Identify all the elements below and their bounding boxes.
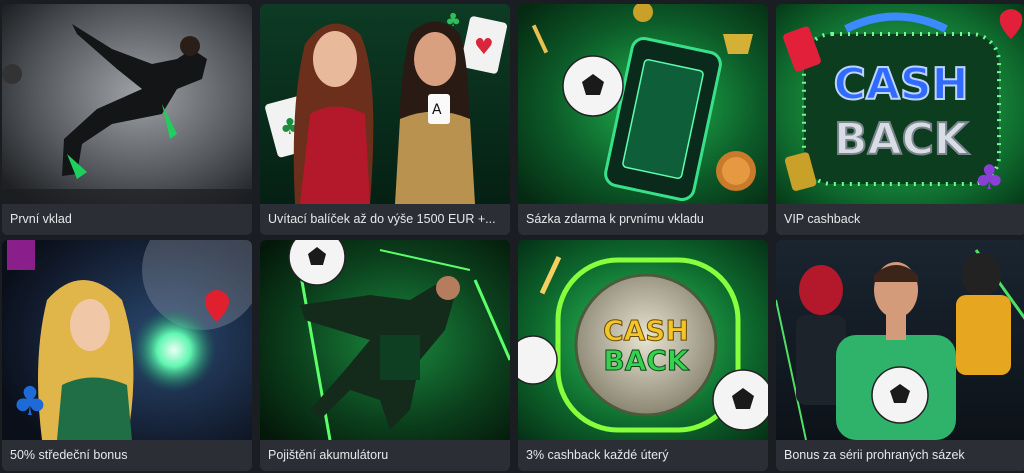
promo-title: 50% středeční bonus [2,440,252,471]
promo-card-welcome-package[interactable]: ♣ ♥ A ♣ Uvítací balíček až do výše 1500 … [260,4,510,235]
promo-title: VIP cashback [776,204,1024,235]
cashback-neon-sign-image: CASH BACK ♣ [776,4,1024,204]
promotions-grid: První vklad ♣ ♥ A ♣ Uvítací balíček až d… [0,0,1024,473]
svg-text:♥: ♥ [474,35,494,60]
promo-card-first-deposit[interactable]: První vklad [2,4,252,235]
promo-title: Uvítací balíček až do výše 1500 EUR +... [260,204,510,235]
promo-card-losing-streak-bonus[interactable]: Bonus za sérii prohraných sázek [776,240,1024,471]
promo-title: 3% cashback každé úterý [518,440,768,471]
promo-card-free-bet[interactable]: Sázka zdarma k prvnímu vkladu [518,4,768,235]
soccer-ball-phone-image [518,4,768,204]
back-text: BACK [834,114,970,165]
svg-text:♣: ♣ [974,158,1004,198]
promo-card-accumulator-insurance[interactable]: Pojištění akumulátoru [260,240,510,471]
svg-text:♣: ♣ [12,379,48,425]
sorceress-magic-orb-image: ♣ [2,240,252,440]
casino-women-cards-image: ♣ ♥ A ♣ [260,4,510,204]
promo-title: Bonus za sérii prohraných sázek [776,440,1024,471]
promo-title: Pojištění akumulátoru [260,440,510,471]
athletes-group-image [776,240,1024,440]
promo-card-vip-cashback[interactable]: CASH BACK ♣ VIP cashback [776,4,1024,235]
svg-text:A: A [432,102,442,118]
back-text: BACK [603,344,690,377]
promo-title: Sázka zdarma k prvnímu vkladu [518,204,768,235]
promo-card-wednesday-bonus[interactable]: ♣ 50% středeční bonus [2,240,252,471]
cash-text: CASH [603,314,689,347]
svg-text:♣: ♣ [445,10,461,31]
promo-card-tuesday-cashback[interactable]: CASH BACK 3% cashback každé úterý [518,240,768,471]
cash-text: CASH [834,59,969,110]
soccer-player-green-image [260,240,510,440]
promo-title: První vklad [2,204,252,235]
cashback-coin-balls-image: CASH BACK [518,240,768,440]
soccer-player-kick-image [2,4,252,204]
